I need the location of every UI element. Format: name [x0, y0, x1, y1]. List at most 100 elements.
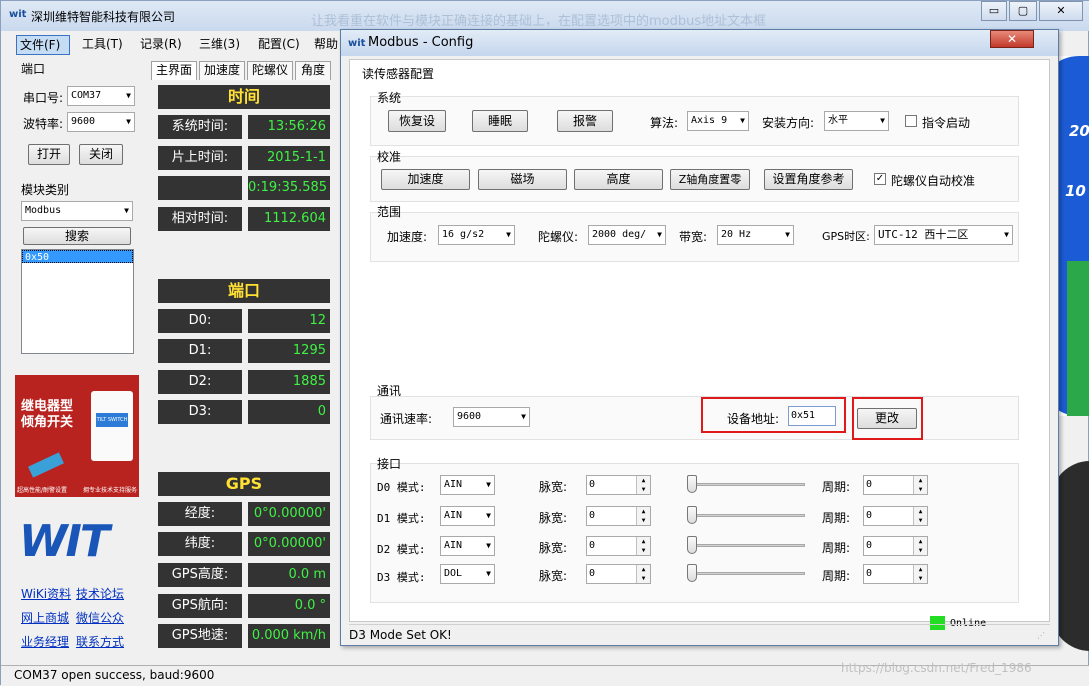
d0-mode-select[interactable]: AIN ▼: [440, 475, 495, 495]
d0-pulse-spinbox[interactable]: 0 ▲ ▼: [586, 475, 651, 495]
gauge-ground: [1067, 261, 1089, 416]
d0-slider-thumb[interactable]: [687, 475, 697, 493]
z-angle-zero-button[interactable]: Z轴角度置零: [670, 169, 750, 190]
sleep-button[interactable]: 睡眠: [472, 110, 528, 132]
tab-angle[interactable]: 角度: [295, 61, 331, 80]
alarm-button[interactable]: 报警: [557, 110, 613, 132]
contact-link[interactable]: 联系方式: [76, 633, 124, 650]
bandwidth-select[interactable]: 20 Hz ▼: [717, 225, 794, 245]
tab-read-sensor-config[interactable]: 读传感器配置: [362, 65, 434, 82]
menu-3d[interactable]: 三维(3): [196, 35, 243, 55]
gps-label: GPS航向:: [158, 594, 242, 618]
spin-arrows-icon[interactable]: ▲ ▼: [913, 507, 927, 525]
tab-gyroscope[interactable]: 陀螺仪: [247, 61, 293, 80]
dialog-content: 读传感器配置 系统 恢复设 睡眠 报警 算法: Axis 9 ▼ 安装方向: 水平…: [349, 59, 1050, 630]
gps-speed-value: 0.000 km/h: [248, 624, 330, 648]
tab-main[interactable]: 主界面: [151, 61, 197, 80]
accel-calibrate-button[interactable]: 加速度: [381, 169, 470, 190]
spin-arrows-icon[interactable]: ▲ ▼: [636, 507, 650, 525]
algorithm-select[interactable]: Axis 9 ▼: [687, 111, 749, 131]
menu-bar: 文件(F) 工具(T) 记录(R) 三维(3) 配置(C) 帮助: [1, 32, 346, 56]
ad-footer-text: 超高性能/耐警设置: [17, 487, 68, 494]
menu-config[interactable]: 配置(C): [255, 35, 303, 55]
module-list[interactable]: 0x50: [21, 249, 134, 354]
d1-period-spinbox[interactable]: 0 ▲ ▼: [863, 506, 928, 526]
install-direction-select[interactable]: 水平 ▼: [824, 111, 889, 131]
wit-logo-icon: wit: [348, 38, 366, 49]
d3-period-spinbox[interactable]: 0 ▲ ▼: [863, 564, 928, 584]
close-button[interactable]: ✕: [1039, 1, 1083, 21]
d2-slider-thumb[interactable]: [687, 536, 697, 554]
menu-help[interactable]: 帮助: [311, 35, 341, 55]
accel-range-select[interactable]: 16 g/s2 ▼: [438, 225, 515, 245]
spin-arrows-icon[interactable]: ▲ ▼: [913, 565, 927, 583]
tab-acceleration[interactable]: 加速度: [199, 61, 245, 80]
restore-button[interactable]: 恢复设: [388, 110, 446, 132]
d3-value: 0: [248, 400, 330, 424]
bandwidth-label: 带宽:: [679, 230, 708, 244]
d3-pulse-spinbox[interactable]: 0 ▲ ▼: [586, 564, 651, 584]
shop-link[interactable]: 网上商城: [21, 609, 69, 626]
open-port-button[interactable]: 打开: [28, 144, 70, 165]
device-address-input[interactable]: 0x51: [788, 406, 836, 426]
port-mode-label: D2 模式:: [377, 543, 426, 556]
command-start-checkbox[interactable]: [905, 115, 917, 127]
set-angle-reference-button[interactable]: 设置角度参考: [764, 169, 853, 190]
d1-slider-thumb[interactable]: [687, 506, 697, 524]
spin-arrows-icon[interactable]: ▲ ▼: [636, 476, 650, 494]
maximize-button[interactable]: ▢: [1009, 1, 1037, 21]
d2-mode-select[interactable]: AIN ▼: [440, 536, 495, 556]
chevron-down-icon: ▼: [486, 480, 491, 489]
d1-mode-select[interactable]: AIN ▼: [440, 506, 495, 526]
menu-file[interactable]: 文件(F): [16, 35, 70, 55]
interface-section-title: 接口: [377, 457, 402, 471]
advertisement-image[interactable]: 继电器型 倾角开关 TILT SWITCH 超高性能/耐警设置 拥专业技术支持服…: [15, 375, 139, 497]
spin-arrows-icon[interactable]: ▲ ▼: [636, 565, 650, 583]
baud-select[interactable]: 9600 ▼: [67, 112, 135, 132]
spin-arrows-icon[interactable]: ▲ ▼: [913, 537, 927, 555]
chevron-down-icon: ▼: [506, 230, 511, 239]
d2-period-spinbox[interactable]: 0 ▲ ▼: [863, 536, 928, 556]
gps-timezone-select[interactable]: UTC-12 西十二区 ▼: [874, 225, 1013, 245]
spin-arrows-icon[interactable]: ▲ ▼: [913, 476, 927, 494]
list-item[interactable]: 0x50: [22, 250, 133, 263]
close-port-button[interactable]: 关闭: [79, 144, 123, 165]
wechat-link[interactable]: 微信公众: [76, 609, 124, 626]
accel-range-label: 加速度:: [387, 230, 428, 244]
forum-link[interactable]: 技术论坛: [76, 585, 124, 602]
chip-time-value: 0:19:35.585: [248, 176, 330, 200]
module-type-select[interactable]: Modbus ▼: [21, 201, 133, 221]
baud-label: 波特率:: [23, 117, 64, 131]
device-address-label: 设备地址:: [727, 412, 780, 426]
height-calibrate-button[interactable]: 高度: [574, 169, 663, 190]
resize-grip-icon[interactable]: ⋰: [1037, 631, 1045, 640]
dialog-close-button[interactable]: ✕: [990, 30, 1034, 48]
d2-pulse-spinbox[interactable]: 0 ▲ ▼: [586, 536, 651, 556]
search-button[interactable]: 搜索: [23, 227, 131, 245]
wiki-link[interactable]: WiKi资料: [21, 585, 71, 602]
modbus-config-dialog: wit Modbus - Config ✕ 读传感器配置 系统 恢复设 睡眠 报…: [340, 29, 1059, 646]
comm-rate-select[interactable]: 9600 ▼: [453, 407, 530, 427]
gyro-range-select[interactable]: 2000 deg/▼: [588, 225, 666, 245]
period-label: 周期:: [822, 541, 851, 555]
d3-mode-select[interactable]: DOL ▼: [440, 564, 495, 584]
port-label: D1:: [158, 339, 242, 363]
change-address-button[interactable]: 更改: [857, 408, 917, 429]
d1-pulse-spinbox[interactable]: 0 ▲ ▼: [586, 506, 651, 526]
mag-calibrate-button[interactable]: 磁场: [478, 169, 567, 190]
spin-arrows-icon[interactable]: ▲ ▼: [636, 537, 650, 555]
minimize-button[interactable]: ▭: [981, 1, 1007, 21]
gyro-auto-calibrate-checkbox[interactable]: ✓: [874, 173, 886, 185]
time-panel-header: 时间: [158, 85, 330, 109]
d0-value: 12: [248, 309, 330, 333]
d3-slider-thumb[interactable]: [687, 564, 697, 582]
d0-period-spinbox[interactable]: 0 ▲ ▼: [863, 475, 928, 495]
menu-record[interactable]: 记录(R): [137, 35, 185, 55]
dialog-status-bar: D3 Mode Set OK! ⋰: [349, 624, 1050, 644]
d3-slider-track: [687, 572, 805, 575]
background-watermark-text: 让我看重在软件与模块正确连接的基础上，在配置选项中的modbus地址文本框: [311, 14, 767, 26]
sales-manager-link[interactable]: 业务经理: [21, 633, 69, 650]
chevron-down-icon: ▼: [880, 116, 885, 125]
port-select[interactable]: COM37 ▼: [67, 86, 135, 106]
menu-tools[interactable]: 工具(T): [79, 35, 126, 55]
